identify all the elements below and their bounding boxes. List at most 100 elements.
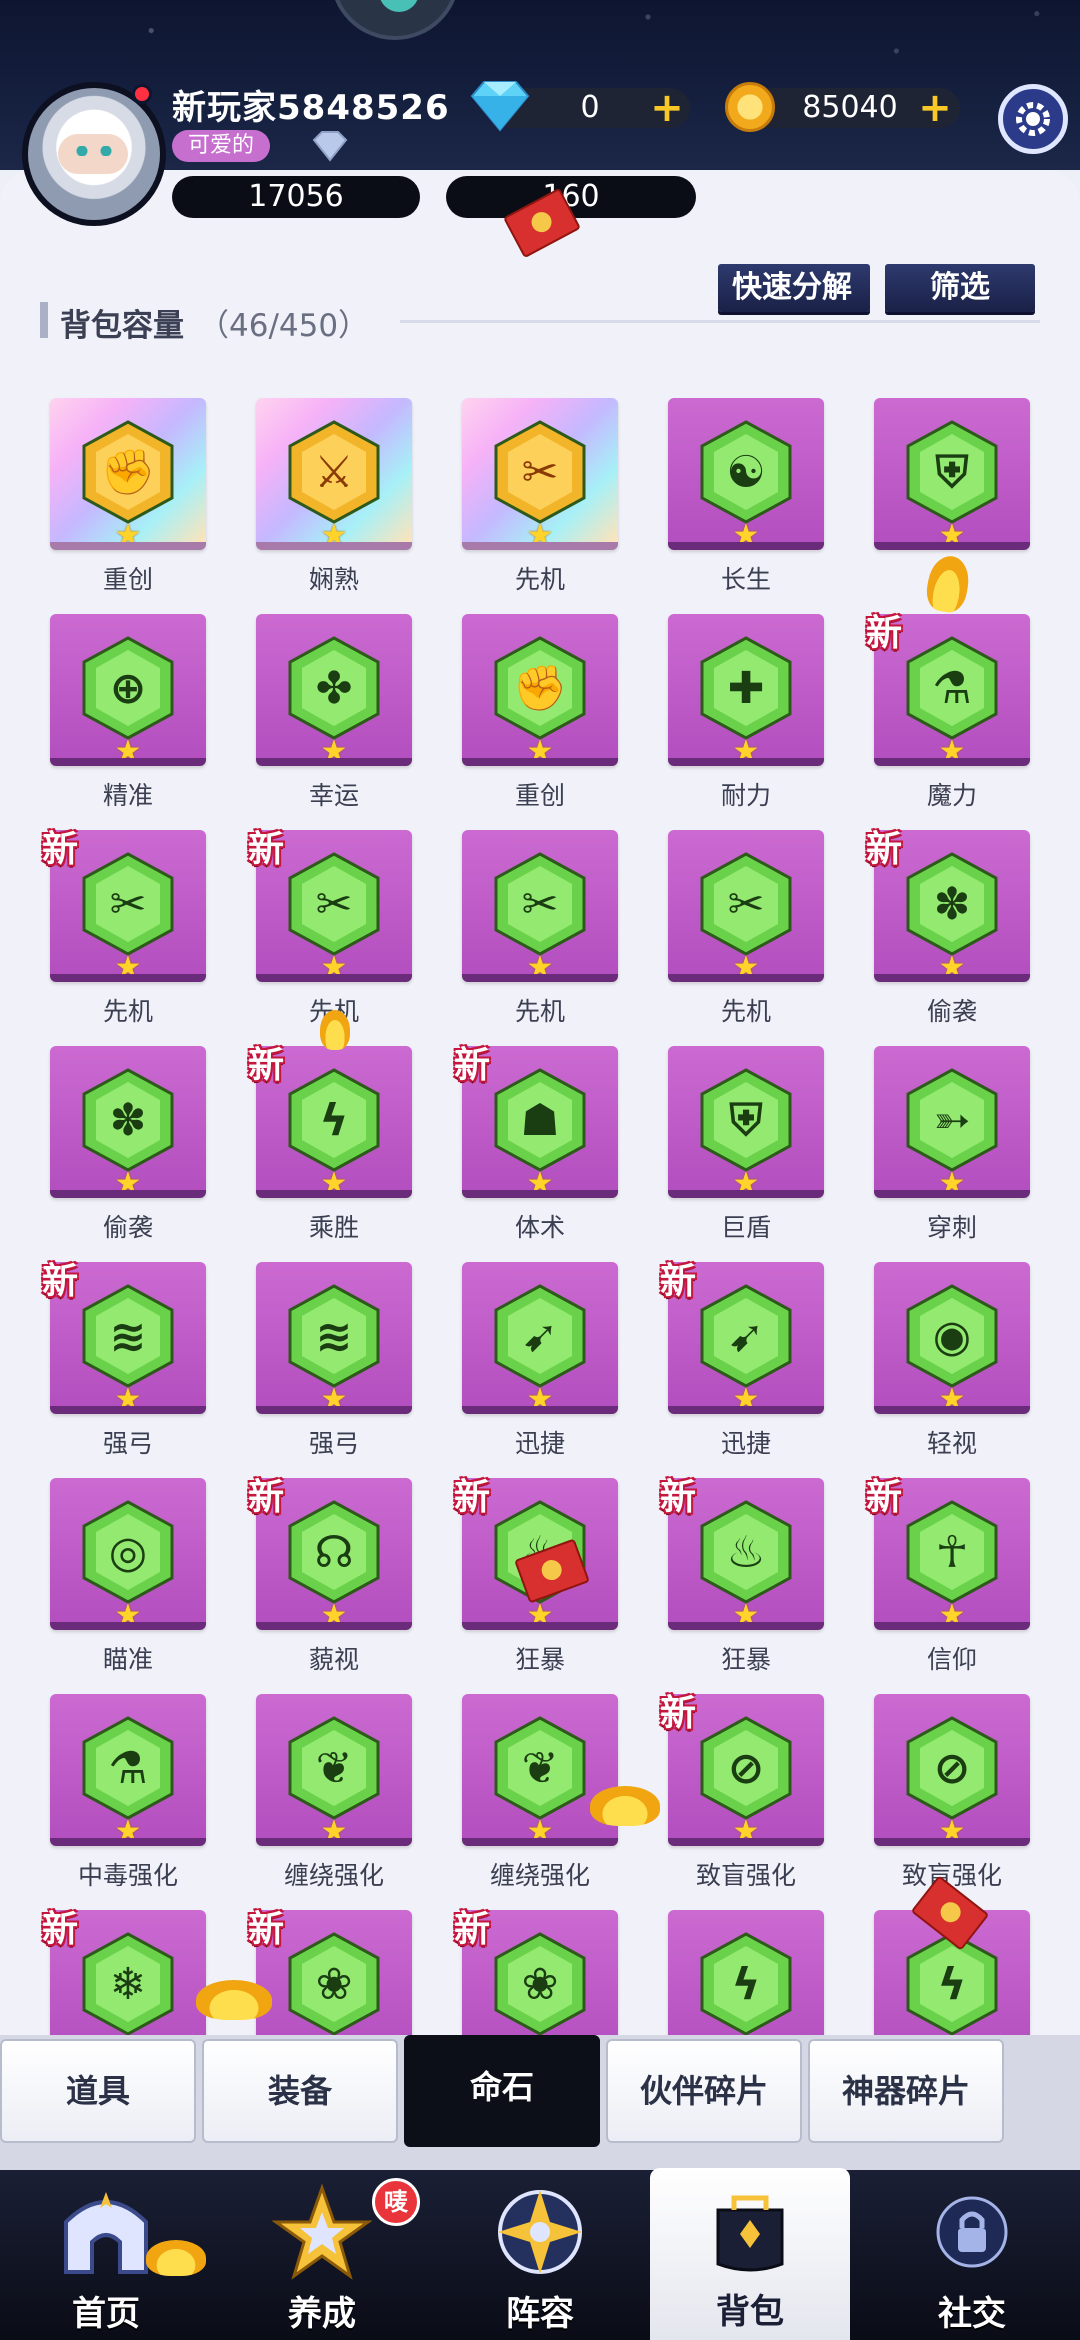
star-icon: ★ xyxy=(938,1382,966,1414)
runestone-name: 强弓 xyxy=(308,1429,359,1458)
runestone-name: 穿刺 xyxy=(926,1213,977,1242)
star-icon: ★ xyxy=(526,950,554,982)
gear-icon xyxy=(1016,102,1050,136)
runestone-item[interactable]: ⊘ ★ 致盲强化 新 xyxy=(660,1692,824,1894)
snowflake-icon: ❄ xyxy=(109,1958,147,2010)
runestone-item[interactable]: ⊕ ★ 精准 xyxy=(50,614,206,814)
divider xyxy=(400,320,1040,323)
star-icon: ★ xyxy=(320,734,348,766)
runestone-item[interactable]: ➳ ★ 穿刺 xyxy=(874,1046,1030,1246)
filter-button[interactable]: 筛选 xyxy=(885,264,1035,312)
new-badge: 新 xyxy=(660,1692,697,1734)
flask-icon: ⚗ xyxy=(108,1742,148,1794)
gem-amount: 0 xyxy=(580,90,600,125)
mask-icon: ☊ xyxy=(314,1526,354,1578)
runestone-item[interactable]: ⚗ ★ 魔力 新 xyxy=(866,612,1030,814)
star-icon: ★ xyxy=(526,1166,554,1198)
nav-home[interactable]: 首页 xyxy=(6,2170,206,2340)
tab-partner-shards[interactable]: 伙伴碎片 xyxy=(606,2039,802,2143)
capacity-label: 背包容量 xyxy=(60,308,184,344)
runestone-item[interactable]: ≋ ★ 强弓 xyxy=(256,1262,412,1462)
tab-artifact-shards[interactable]: 神器碎片 xyxy=(808,2039,1004,2143)
runestone-item[interactable]: ✂ ★ 先机 xyxy=(668,830,824,1030)
nav-bag[interactable]: 背包 xyxy=(650,2168,850,2340)
runestone-card: ⊕ ★ xyxy=(50,614,206,766)
runestone-item[interactable]: ✚ ★ 耐力 xyxy=(668,614,824,814)
runestone-item[interactable]: ❀★新 xyxy=(454,1908,618,2035)
develop-notification-badge: 唛 xyxy=(372,2178,420,2226)
runestone-item[interactable]: ϟ ★ 乘胜 新 xyxy=(248,1044,412,1246)
star-icon: ★ xyxy=(526,1814,554,1846)
runestone-item[interactable]: ☯ ★ 长生 xyxy=(668,398,824,598)
mascot-decoration xyxy=(330,0,460,40)
runestone-item[interactable]: ≋ ★ 强弓 新 xyxy=(42,1260,206,1462)
star-icon: ★ xyxy=(320,1814,348,1846)
runestone-item[interactable]: ϟ★ xyxy=(668,1910,824,2035)
star-icon: ★ xyxy=(732,1382,760,1414)
tab-items[interactable]: 道具 xyxy=(0,2039,196,2143)
yinyang-icon: ☯ xyxy=(726,446,766,498)
runestone-item[interactable]: ❀★新 xyxy=(248,1908,412,2035)
runestone-item[interactable]: ☗ ★ 体术 新 xyxy=(454,1044,618,1246)
star-icon: ★ xyxy=(938,734,966,766)
nav-lineup[interactable]: 阵容 xyxy=(440,2170,640,2340)
runestone-item[interactable]: ✤ ★ 幸运 xyxy=(256,614,412,814)
arrows-icon: ≋ xyxy=(109,1310,147,1362)
runestone-card: ⚗ ★ xyxy=(50,1694,206,1846)
runestone-item[interactable]: ⚔ ★ 娴熟 xyxy=(256,398,412,598)
star-icon: ★ xyxy=(732,1814,760,1846)
flame-icon: ♨ xyxy=(726,1526,766,1578)
target-icon: ◎ xyxy=(108,1526,148,1578)
runestone-item[interactable]: ♨ ★ 狂暴 新 xyxy=(660,1476,824,1678)
new-badge: 新 xyxy=(248,828,285,870)
star-rank-icon xyxy=(272,2183,372,2280)
runestone-item[interactable]: ◉ ★ 轻视 xyxy=(874,1262,1030,1462)
swords-icon: ✂ xyxy=(521,446,559,498)
tab-equipment[interactable]: 装备 xyxy=(202,2039,398,2143)
runestone-card: ⊘ ★ xyxy=(874,1694,1030,1846)
bottom-navigation: 首页 养成 阵容 背包 社交 xyxy=(0,2168,1080,2340)
runestone-item[interactable]: ✽ ★ 偷袭 新 xyxy=(866,828,1030,1030)
runestone-item[interactable]: ☊ ★ 藐视 新 xyxy=(248,1476,412,1678)
lock-icon xyxy=(936,2196,1008,2268)
star-icon: ★ xyxy=(938,1598,966,1630)
runestone-item[interactable]: ✽ ★ 偷袭 xyxy=(50,1046,206,1246)
tab-runestones[interactable]: 命石 xyxy=(404,2035,600,2147)
settings-button[interactable] xyxy=(998,84,1068,154)
star-icon: ★ xyxy=(732,950,760,982)
runestone-card: ✤ ★ xyxy=(256,614,412,766)
runestone-name: 轻视 xyxy=(926,1429,977,1458)
runestone-item[interactable]: ☥ ★ 信仰 新 xyxy=(866,1476,1030,1678)
star-icon: ★ xyxy=(114,518,142,550)
runestone-item[interactable]: ✊ ★ 重创 xyxy=(50,398,206,598)
crosshair-icon: ⊕ xyxy=(109,662,147,714)
runestone-item[interactable]: ⊘ ★ 致盲强化 xyxy=(874,1694,1030,1894)
add-gold-button[interactable]: + xyxy=(918,88,952,128)
runestone-item[interactable]: ➹ ★ 迅捷 xyxy=(462,1262,618,1462)
nav-home-label: 首页 xyxy=(72,2294,140,2334)
runestone-item[interactable]: ⚗ ★ 中毒强化 xyxy=(50,1694,206,1894)
runestone-name: 魔力 xyxy=(926,781,977,810)
gold-ingot-decoration xyxy=(320,1010,350,1050)
quick-decompose-button[interactable]: 快速分解 xyxy=(718,264,870,312)
runestone-item[interactable]: ❦ ★ 缠绕强化 xyxy=(256,1694,412,1894)
runestone-name: 幸运 xyxy=(308,781,359,810)
add-gems-button[interactable]: + xyxy=(650,88,684,128)
runestone-item[interactable]: ⛨ ★ 巨盾 xyxy=(668,1046,824,1246)
runestone-item[interactable]: ✂ ★ 先机 xyxy=(462,830,618,1030)
runestone-item[interactable]: ✂★先机新 xyxy=(248,828,412,1030)
nav-social[interactable]: 社交 xyxy=(872,2170,1072,2340)
player-title-badge[interactable]: 可爱的 xyxy=(172,130,271,162)
runestone-item[interactable]: ❦ ★ 缠绕强化 xyxy=(462,1694,618,1894)
runestone-item[interactable]: ✂ ★ 先机 xyxy=(462,398,618,598)
nav-bag-label: 背包 xyxy=(716,2292,784,2332)
runestone-item[interactable]: ❄★新 xyxy=(42,1908,206,2035)
star-icon: ★ xyxy=(938,950,966,982)
runestone-item[interactable]: ➹ ★ 迅捷 新 xyxy=(660,1260,824,1462)
runestone-item[interactable]: ◎ ★ 瞄准 xyxy=(50,1478,206,1678)
runestone-item[interactable]: ✊ ★ 重创 xyxy=(462,614,618,814)
runestone-name: 重创 xyxy=(514,781,565,810)
runestone-item[interactable]: ✂★先机新 xyxy=(42,828,206,1030)
new-badge: 新 xyxy=(660,1260,697,1302)
runestone-card: ❦ ★ xyxy=(256,1694,412,1846)
